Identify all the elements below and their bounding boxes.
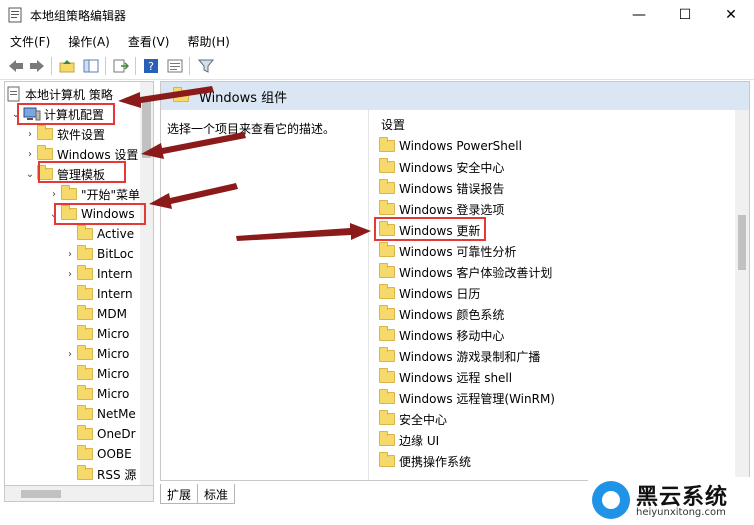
watermark-url: heiyunxitong.com	[636, 507, 726, 518]
cloud-logo-icon	[592, 481, 630, 519]
arrow-icon	[149, 183, 238, 209]
arrow-icon	[141, 132, 246, 159]
annotation-arrows	[118, 86, 371, 241]
watermark-logo: 黑云系统 heiyunxitong.com	[588, 477, 754, 525]
arrow-icon	[236, 223, 371, 241]
arrow-icon	[118, 86, 214, 108]
